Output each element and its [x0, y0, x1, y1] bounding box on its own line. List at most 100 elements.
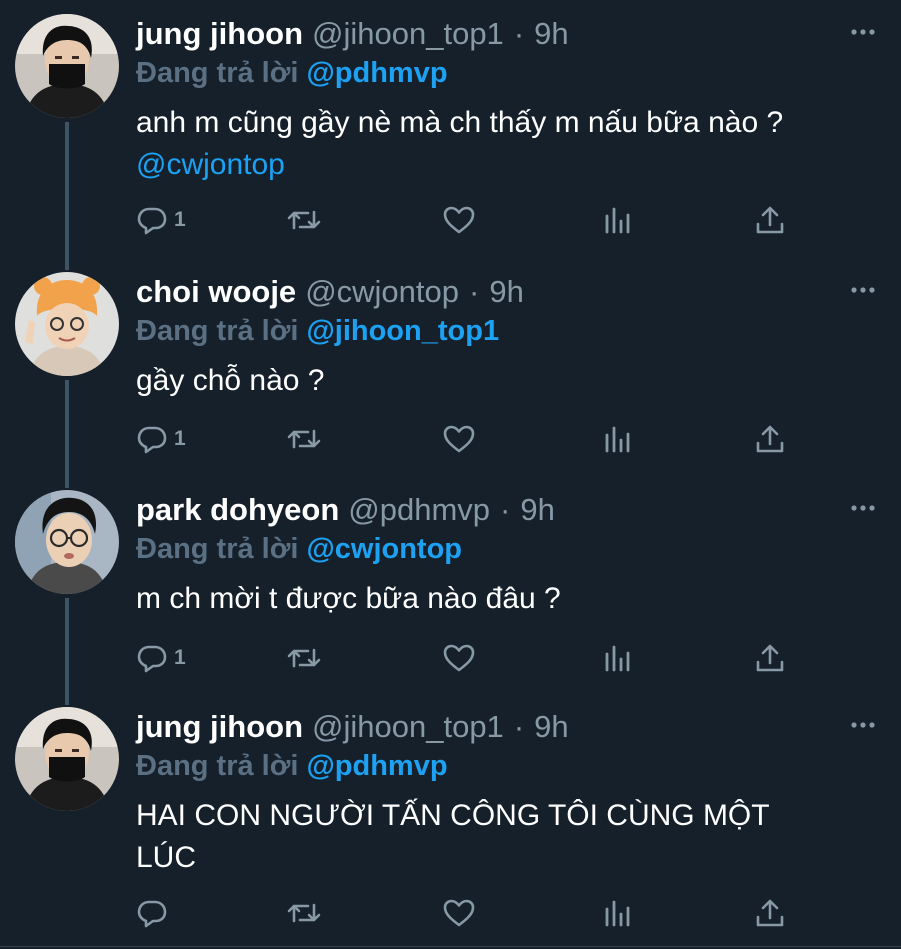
retweet-button[interactable] — [286, 200, 322, 240]
tweet-body: anh m cũng gầy nè mà ch thấy m nấu bữa n… — [136, 106, 784, 139]
share-button[interactable] — [754, 638, 786, 678]
retweet-button[interactable] — [286, 893, 322, 933]
action-bar — [136, 893, 796, 933]
tweet-header: jung jihoon @jihoon_top1 · 9h — [136, 14, 569, 54]
analytics-icon — [605, 645, 630, 672]
avatar-jihoon-icon — [15, 14, 119, 118]
retweet-icon — [287, 903, 321, 923]
analytics-button[interactable] — [602, 893, 632, 933]
author-name[interactable]: jung jihoon — [136, 707, 303, 747]
replying-to: Đang trả lời @pdhmvp — [136, 54, 448, 92]
timestamp[interactable]: 9h — [534, 14, 568, 54]
heart-icon — [443, 644, 475, 672]
reply-button[interactable]: 1 — [136, 419, 186, 459]
thread-connector-line — [65, 693, 69, 705]
tweet-text: m ch mời t được bữa nào đâu ? — [136, 578, 876, 620]
reply-button[interactable]: 1 — [136, 638, 186, 678]
reply-button[interactable] — [136, 893, 174, 933]
separator-dot: · — [500, 492, 511, 527]
analytics-icon — [605, 900, 630, 927]
divider — [0, 946, 901, 947]
like-button[interactable] — [442, 200, 476, 240]
more-options-button[interactable] — [849, 280, 879, 300]
tweet-header: jung jihoon @jihoon_top1 · 9h — [136, 707, 569, 747]
author-handle[interactable]: @jihoon_top1 — [312, 14, 504, 54]
author-handle[interactable]: @cwjontop — [305, 272, 459, 312]
reply-icon — [137, 645, 167, 673]
author-name[interactable]: choi wooje — [136, 272, 296, 312]
reply-count: 1 — [174, 208, 186, 231]
author-handle[interactable]: @pdhmvp — [348, 490, 490, 530]
more-options-icon — [851, 505, 875, 511]
author-name[interactable]: jung jihoon — [136, 14, 303, 54]
replying-to: Đang trả lời @cwjontop — [136, 530, 462, 568]
timestamp[interactable]: 9h — [520, 490, 554, 530]
share-icon — [756, 644, 784, 672]
share-icon — [756, 425, 784, 453]
replying-label: Đang trả lời — [136, 315, 299, 347]
analytics-button[interactable] — [602, 419, 632, 459]
tweet[interactable]: choi wooje @cwjontop · 9h Đang trả lời @… — [0, 258, 901, 478]
share-button[interactable] — [754, 419, 786, 459]
thread-connector-line — [65, 380, 69, 478]
replying-mention-link[interactable]: @jihoon_top1 — [306, 315, 499, 347]
tweet-text: anh m cũng gầy nè mà ch thấy m nấu bữa n… — [136, 102, 876, 186]
like-button[interactable] — [442, 638, 476, 678]
analytics-button[interactable] — [602, 638, 632, 678]
thread-connector-line — [65, 122, 69, 258]
reply-count: 1 — [174, 427, 186, 450]
mention-link[interactable]: @cwjontop — [136, 144, 876, 186]
timestamp[interactable]: 9h — [534, 707, 568, 747]
retweet-icon — [287, 648, 321, 668]
avatar[interactable] — [15, 272, 119, 376]
tweet-header: choi wooje @cwjontop · 9h — [136, 272, 524, 312]
avatar[interactable] — [15, 14, 119, 118]
retweet-icon — [287, 210, 321, 230]
tweet[interactable]: park dohyeon @pdhmvp · 9h Đang trả lời @… — [0, 476, 901, 695]
tweet-body: gầy chỗ nào ? — [136, 364, 325, 397]
more-options-icon — [851, 722, 875, 728]
timestamp[interactable]: 9h — [489, 272, 523, 312]
thread-connector-line — [65, 258, 69, 270]
reply-count: 1 — [174, 646, 186, 669]
tweet-body: m ch mời t được bữa nào đâu ? — [136, 582, 561, 615]
more-options-button[interactable] — [849, 22, 879, 42]
like-button[interactable] — [442, 419, 476, 459]
action-bar: 1 — [136, 638, 796, 678]
thread-connector-line — [65, 476, 69, 488]
retweet-button[interactable] — [286, 638, 322, 678]
retweet-icon — [287, 429, 321, 449]
like-button[interactable] — [442, 893, 476, 933]
separator-dot: · — [513, 16, 525, 51]
tweet-body: HAI CON NGƯỜI TẤN CÔNG TÔI CÙNG MỘT LÚC — [136, 799, 770, 874]
share-icon — [756, 899, 784, 927]
analytics-button[interactable] — [602, 200, 632, 240]
reply-icon — [137, 426, 167, 454]
avatar[interactable] — [15, 707, 119, 811]
replying-to: Đang trả lời @pdhmvp — [136, 747, 448, 785]
tweet-header: park dohyeon @pdhmvp · 9h — [136, 490, 555, 530]
more-options-button[interactable] — [849, 715, 879, 735]
retweet-button[interactable] — [286, 419, 322, 459]
author-handle[interactable]: @jihoon_top1 — [312, 707, 504, 747]
share-icon — [756, 206, 784, 234]
tweet[interactable]: jung jihoon @jihoon_top1 · 9h Đang trả l… — [0, 693, 901, 946]
reply-button[interactable]: 1 — [136, 200, 186, 240]
replying-mention-link[interactable]: @cwjontop — [306, 533, 462, 565]
tweet-thread: jung jihoon @jihoon_top1 · 9h Đang trả l… — [0, 0, 901, 949]
replying-mention-link[interactable]: @pdhmvp — [306, 57, 447, 89]
avatar[interactable] — [15, 490, 119, 594]
reply-icon — [137, 900, 167, 928]
analytics-icon — [605, 426, 630, 453]
share-button[interactable] — [754, 893, 786, 933]
replying-label: Đang trả lời — [136, 750, 299, 782]
author-name[interactable]: park dohyeon — [136, 490, 339, 530]
more-options-icon — [851, 29, 875, 35]
tweet[interactable]: jung jihoon @jihoon_top1 · 9h Đang trả l… — [0, 0, 901, 258]
replying-mention-link[interactable]: @pdhmvp — [306, 750, 447, 782]
heart-icon — [443, 425, 475, 453]
heart-icon — [443, 899, 475, 927]
share-button[interactable] — [754, 200, 786, 240]
more-options-button[interactable] — [849, 498, 879, 518]
avatar-wooje-icon — [15, 272, 119, 376]
